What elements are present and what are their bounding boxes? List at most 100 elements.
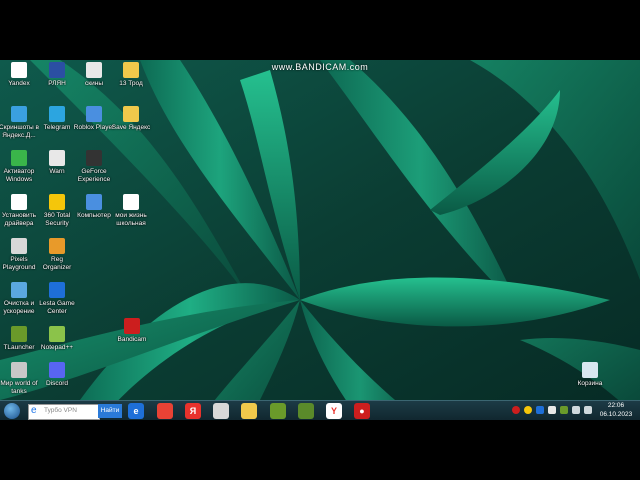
desktop-icon-label: Save Яндекс [111,124,151,131]
yandex-browser-icon[interactable]: Я [185,403,201,419]
desktop-icon-label: Warn [49,168,65,175]
screenshot-icon [11,106,27,122]
desktop-icon-label: Корзина [577,380,603,387]
telegram-icon [49,106,65,122]
desktop-icon[interactable]: Bandicam [111,318,153,344]
system-clock[interactable]: 22:06 06.10.2023 [596,402,636,419]
chrome-icon[interactable] [157,403,173,419]
desktop-icon-label: 360 Total Security [43,212,71,227]
roblox-icon[interactable] [213,403,229,419]
search-placeholder: Турбо VPN [44,407,77,414]
desktop-icon-label: Roblox Player [73,124,115,131]
desktop-icon[interactable]: Save Яндекс [110,106,152,132]
desktop-icon-label: TLauncher [3,344,35,351]
desktop-icon-label: Notepad++ [40,344,74,351]
explorer-icon[interactable] [241,403,257,419]
desktop-icon[interactable]: Корзина [569,362,611,388]
desktop-icon[interactable]: 13 Трод [110,62,152,88]
desktop-icon-label: Bandicam [117,336,147,343]
desktop-icon[interactable]: Yandex [0,62,40,88]
clock-time: 22:06 [607,402,625,409]
desktop-icon[interactable]: Активатор Windows [0,150,40,183]
desktop-icon-label: Discord [45,380,69,387]
desktop-icon[interactable]: Установить драйвера [0,194,40,227]
search-button[interactable]: Найти [98,404,122,418]
discord-icon [49,362,65,378]
yandex-icon [11,62,27,78]
desktop-icon-label: скины [85,80,103,87]
activator-icon [11,150,27,166]
desktop-icon[interactable]: 360 Total Security [36,194,78,227]
security-tray-icon[interactable] [524,406,532,414]
notepad-icon [49,326,65,342]
desktop-icon[interactable]: Warn [36,150,78,176]
roblox-icon [86,106,102,122]
start-button[interactable] [4,403,20,419]
search-box[interactable]: e Турбо VPN [28,404,100,420]
desktop-icon[interactable]: Lesta Game Center [36,282,78,315]
desktop-icon[interactable]: Telegram [36,106,78,132]
desktop-icon[interactable]: Notepad++ [36,326,78,352]
cleanup-icon [11,282,27,298]
desktop-icon-label: РЛЯН [48,80,66,87]
desktop-icon[interactable]: Компьютер [73,194,115,220]
desktop-icon[interactable]: Мир world of tanks [0,362,40,395]
bandicam-tray-icon[interactable] [512,406,520,414]
desktop-icon-label: Lesta Game Center [39,300,75,315]
desktop-icon[interactable]: TLauncher [0,326,40,352]
app-icon [49,62,65,78]
yandex-icon[interactable]: Y [326,403,342,419]
game-icon [11,238,27,254]
tlauncher-icon [11,326,27,342]
network-tray-icon[interactable] [572,406,580,414]
desktop-icon[interactable]: Скриншоты в Яндекс.Д... [0,106,40,139]
desktop-icon-label: Pixels Playground [2,256,36,271]
desktop-icon[interactable]: Roblox Player [73,106,115,132]
desktop-icon-label: Мир world of tanks [0,380,38,395]
bandicam-icon [124,318,140,334]
desktop-screen: www.BANDICAM.com Yandex РЛЯН скины 13 Трод С… [0,60,640,420]
tanks-icon [11,362,27,378]
desktop-icon[interactable]: скины [73,62,115,88]
warn-icon [49,150,65,166]
desktop-icon-label: Telegram [43,124,71,131]
desktop-icon-label: Установить драйвера [1,212,37,227]
recycle-bin-icon [582,362,598,378]
security-icon [49,194,65,210]
desktop-icon[interactable]: Pixels Playground [0,238,40,271]
internet-explorer-icon[interactable]: e [128,403,144,419]
desktop-icon-label: Reg Organizer [42,256,72,271]
file-icon [86,62,102,78]
notification-tray-icon[interactable] [548,406,556,414]
desktop-icon[interactable]: РЛЯН [36,62,78,88]
desktop-icon-label: GeForce Experience [77,168,111,183]
taskbar: e Турбо VPN Найти e Я Y ● 22:06 06.10.2023 [0,400,640,420]
desktop-icon-label: Yandex [8,80,30,87]
document-icon [123,194,139,210]
desktop-icon-label: Компьютер [77,212,111,219]
lesta-tray-icon[interactable] [536,406,544,414]
geforce-icon [86,150,102,166]
desktop-icon-label: 13 Трод [119,80,143,87]
folder-icon [123,62,139,78]
desktop-icon[interactable]: Reg Organizer [36,238,78,271]
minecraft-icon[interactable] [270,403,286,419]
desktop-icon[interactable]: Очистка и ускорение [0,282,40,315]
desktop-icon[interactable]: Discord [36,362,78,388]
driver-icon [11,194,27,210]
desktop-icon-label: мои жизнь школьная [115,212,147,227]
desktop-icon[interactable]: мои жизнь школьная [110,194,152,227]
desktop-icon-label: Активатор Windows [3,168,35,183]
minecraft-launcher-icon[interactable] [298,403,314,419]
folder-icon [123,106,139,122]
lesta-icon [49,282,65,298]
bandicam-icon[interactable]: ● [354,403,370,419]
desktop-icon-label: Очистка и ускорение [3,300,35,315]
clock-date: 06.10.2023 [599,410,633,418]
edge-search-icon: e [31,405,37,416]
volume-tray-icon[interactable] [584,406,592,414]
desktop-icon[interactable]: GeForce Experience [73,150,115,183]
minecraft-tray-icon[interactable] [560,406,568,414]
desktop-icon-label: Скриншоты в Яндекс.Д... [0,124,39,139]
reg-organizer-icon [49,238,65,254]
